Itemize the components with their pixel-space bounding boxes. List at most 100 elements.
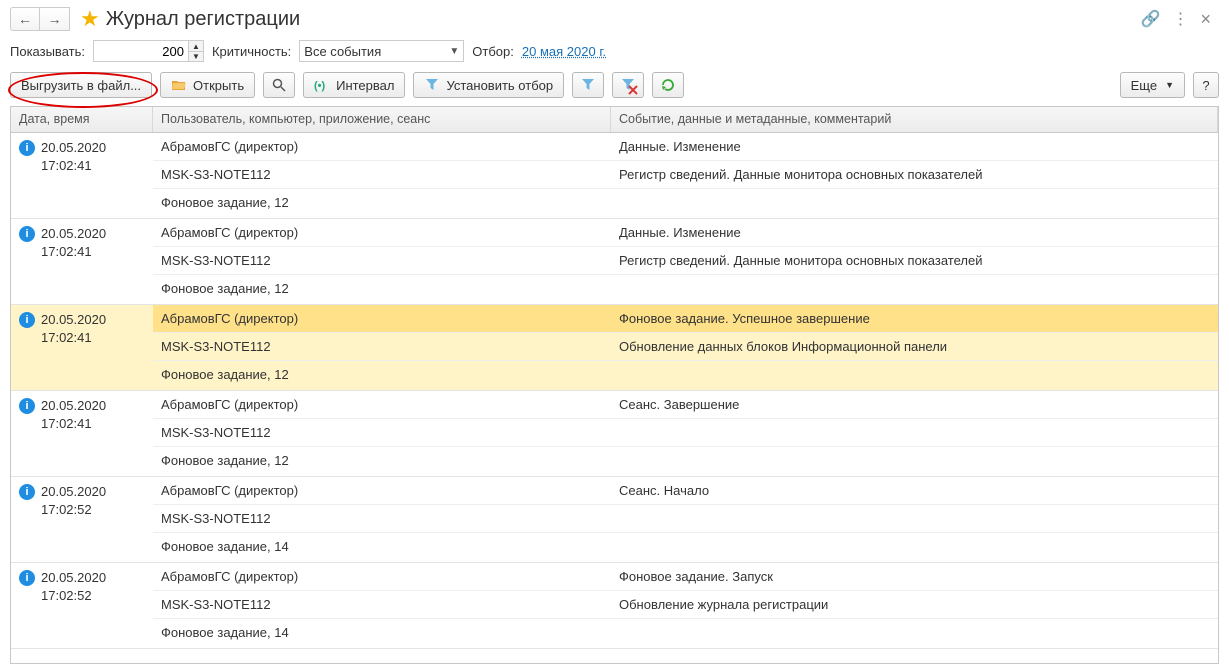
cell-event: Сеанс. Начало bbox=[611, 477, 1218, 562]
col-header-user[interactable]: Пользователь, компьютер, приложение, сеа… bbox=[153, 107, 611, 132]
table-row[interactable]: i 20.05.202017:02:41 АбрамовГС (директор)M… bbox=[11, 219, 1218, 305]
event-line bbox=[611, 361, 1218, 389]
info-icon: i bbox=[19, 312, 35, 328]
info-icon: i bbox=[19, 570, 35, 586]
filter-date-link[interactable]: 20 мая 2020 г. bbox=[522, 44, 606, 59]
cell-event: Фоновое задание. Успешное завершениеОбно… bbox=[611, 305, 1218, 390]
set-filter-button[interactable]: Установить отбор bbox=[413, 72, 564, 98]
close-icon[interactable]: × bbox=[1200, 9, 1211, 30]
funnel-clear-icon bbox=[620, 77, 636, 93]
datetime-text: 20.05.202017:02:41 bbox=[41, 311, 106, 346]
chevron-down-icon: ▼ bbox=[449, 46, 459, 57]
event-line bbox=[611, 275, 1218, 303]
filter-bar: Показывать: ▲ ▼ Критичность: Все события… bbox=[0, 36, 1229, 68]
event-line bbox=[611, 533, 1218, 561]
cell-user: АбрамовГС (директор)MSK-S3-NOTE112Фоново… bbox=[153, 219, 611, 304]
datetime-text: 20.05.202017:02:41 bbox=[41, 397, 106, 432]
show-count-input[interactable] bbox=[93, 40, 189, 62]
info-icon: i bbox=[19, 484, 35, 500]
table-row[interactable]: i 20.05.202017:02:41 АбрамовГС (директор)M… bbox=[11, 133, 1218, 219]
magnifier-icon bbox=[271, 77, 287, 93]
datetime-text: 20.05.202017:02:52 bbox=[41, 569, 106, 604]
table-row[interactable]: i 20.05.202017:02:52 АбрамовГС (директор)M… bbox=[11, 477, 1218, 563]
table-row[interactable]: i 20.05.202017:02:41 АбрамовГС (директор)M… bbox=[11, 305, 1218, 391]
forward-button[interactable]: → bbox=[40, 7, 70, 31]
event-line: Сеанс. Начало bbox=[611, 477, 1218, 505]
filter-set-icon bbox=[424, 77, 440, 93]
user-line: MSK-S3-NOTE112 bbox=[153, 419, 611, 447]
table-row[interactable]: i20.05.202017:02:52АбрамовГС (директор)M… bbox=[11, 563, 1218, 649]
cell-datetime: i 20.05.202017:02:52 bbox=[11, 477, 153, 562]
find-button[interactable] bbox=[263, 72, 295, 98]
info-icon: i bbox=[19, 140, 35, 156]
chevron-down-icon: ▼ bbox=[1165, 80, 1174, 90]
interval-button[interactable]: (•) Интервал bbox=[303, 72, 405, 98]
event-line: Регистр сведений. Данные монитора основн… bbox=[611, 161, 1218, 189]
user-line: Фоновое задание, 12 bbox=[153, 361, 611, 389]
cell-event: Сеанс. Завершение bbox=[611, 391, 1218, 476]
user-line: АбрамовГС (директор) bbox=[153, 305, 611, 333]
filter-label: Отбор: bbox=[472, 44, 514, 59]
user-line: Фоновое задание, 14 bbox=[153, 533, 611, 561]
cell-user: АбрамовГС (директор)MSK-S3-NOTE112Фоново… bbox=[153, 391, 611, 476]
event-line: Данные. Изменение bbox=[611, 219, 1218, 247]
help-button[interactable]: ? bbox=[1193, 72, 1219, 98]
event-line: Обновление журнала регистрации bbox=[611, 591, 1218, 619]
cell-datetime: i 20.05.202017:02:52 bbox=[11, 563, 153, 648]
user-line: Фоновое задание, 12 bbox=[153, 447, 611, 475]
event-line bbox=[611, 419, 1218, 447]
filter-current-button[interactable] bbox=[572, 72, 604, 98]
svg-text:(•): (•) bbox=[314, 80, 326, 92]
col-header-datetime[interactable]: Дата, время bbox=[11, 107, 153, 132]
event-line bbox=[611, 189, 1218, 217]
event-line bbox=[611, 619, 1218, 647]
more-button[interactable]: Еще▼ bbox=[1120, 72, 1185, 98]
criticality-select[interactable]: Все события ▼ bbox=[299, 40, 464, 62]
page-title: Журнал регистрации bbox=[106, 8, 300, 31]
show-count-stepper[interactable]: ▲ ▼ bbox=[93, 40, 204, 62]
datetime-text: 20.05.202017:02:52 bbox=[41, 483, 106, 518]
refresh-icon bbox=[660, 77, 676, 93]
cell-datetime: i20.05.202017:02:41 bbox=[11, 391, 153, 476]
table-row[interactable]: i20.05.202017:02:41АбрамовГС (директор)M… bbox=[11, 391, 1218, 477]
user-line: MSK-S3-NOTE112 bbox=[153, 591, 611, 619]
event-line: Регистр сведений. Данные монитора основн… bbox=[611, 247, 1218, 275]
user-line: Фоновое задание, 12 bbox=[153, 189, 611, 217]
user-line: АбрамовГС (директор) bbox=[153, 219, 611, 247]
event-line bbox=[611, 447, 1218, 475]
event-line: Сеанс. Завершение bbox=[611, 391, 1218, 419]
show-label: Показывать: bbox=[10, 44, 85, 59]
criticality-value: Все события bbox=[304, 44, 381, 59]
datetime-text: 20.05.202017:02:41 bbox=[41, 139, 106, 174]
cell-event: Фоновое задание. ЗапускОбновление журнал… bbox=[611, 563, 1218, 648]
datetime-text: 20.05.202017:02:41 bbox=[41, 225, 106, 260]
kebab-icon[interactable]: ⋮ bbox=[1172, 9, 1188, 29]
back-button[interactable]: ← bbox=[10, 7, 40, 31]
user-line: MSK-S3-NOTE112 bbox=[153, 333, 611, 361]
cell-user: АбрамовГС (директор)MSK-S3-NOTE112Фоново… bbox=[153, 133, 611, 218]
arrow-left-icon: ← bbox=[18, 11, 32, 27]
open-button[interactable]: Открыть bbox=[160, 72, 255, 98]
funnel-icon bbox=[580, 77, 596, 93]
refresh-button[interactable] bbox=[652, 72, 684, 98]
star-icon[interactable]: ★ bbox=[80, 6, 100, 32]
col-header-event[interactable]: Событие, данные и метаданные, комментари… bbox=[611, 107, 1218, 132]
user-line: АбрамовГС (директор) bbox=[153, 133, 611, 161]
grid-body[interactable]: i20.05.202017:02:41АбрамовГС (директор)M… bbox=[11, 133, 1218, 665]
stepper-down[interactable]: ▼ bbox=[189, 51, 203, 61]
stepper-up[interactable]: ▲ bbox=[189, 41, 203, 51]
event-line: Фоновое задание. Запуск bbox=[611, 563, 1218, 591]
info-icon: i bbox=[19, 226, 35, 242]
user-line: Фоновое задание, 14 bbox=[153, 619, 611, 647]
export-button[interactable]: Выгрузить в файл... bbox=[10, 72, 152, 98]
user-line: АбрамовГС (директор) bbox=[153, 477, 611, 505]
user-line: MSK-S3-NOTE112 bbox=[153, 247, 611, 275]
user-line: Фоновое задание, 12 bbox=[153, 275, 611, 303]
event-line: Обновление данных блоков Информационной … bbox=[611, 333, 1218, 361]
criticality-label: Критичность: bbox=[212, 44, 291, 59]
filter-clear-button[interactable] bbox=[612, 72, 644, 98]
arrow-right-icon: → bbox=[48, 11, 62, 27]
user-line: MSK-S3-NOTE112 bbox=[153, 505, 611, 533]
link-icon[interactable]: 🔗 bbox=[1141, 9, 1161, 29]
cell-datetime: i 20.05.202017:02:41 bbox=[11, 133, 153, 218]
